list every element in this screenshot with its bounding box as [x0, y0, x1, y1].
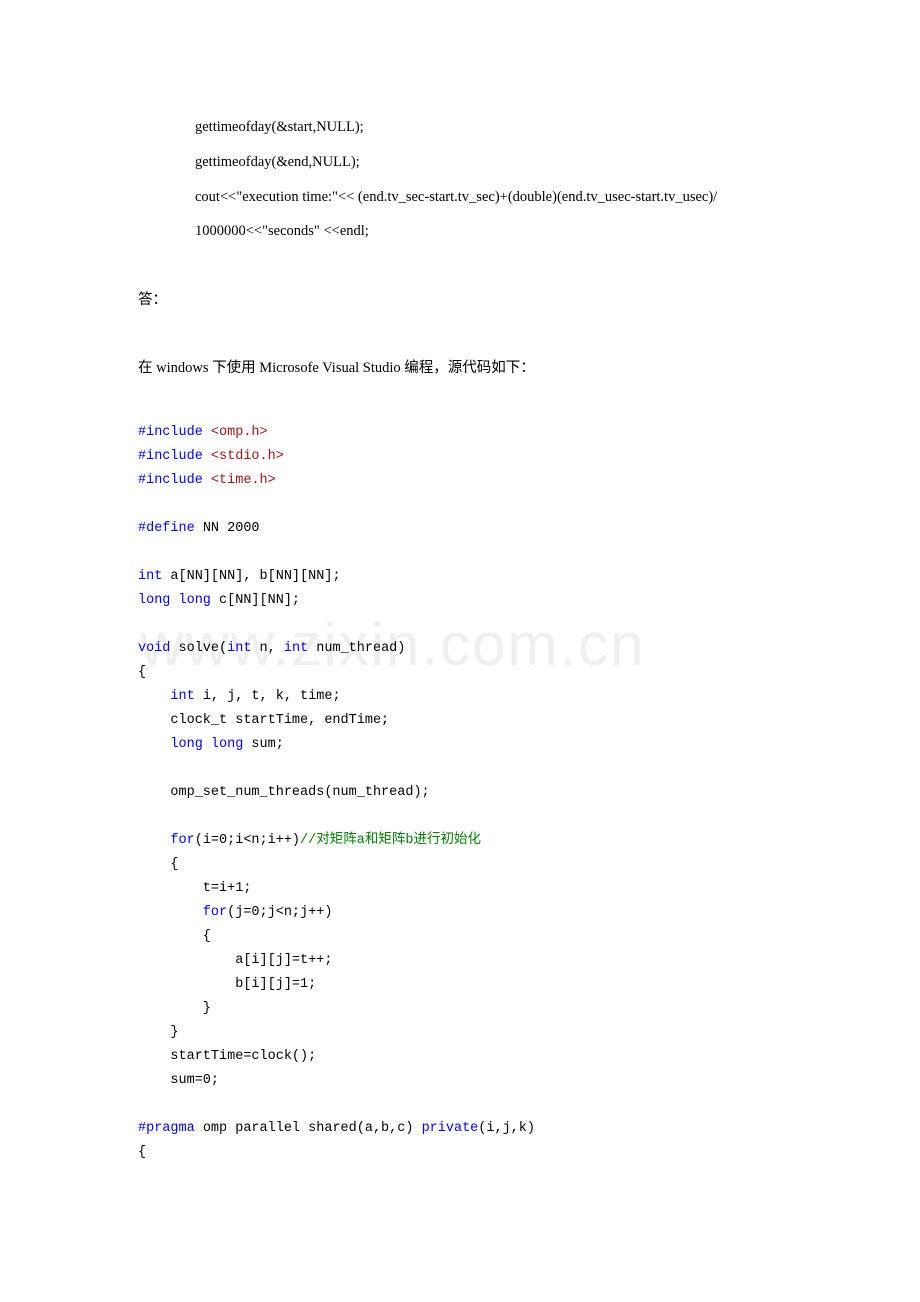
- brace: {: [138, 857, 179, 872]
- include-path: <time.h>: [203, 473, 276, 488]
- fn-text: num_thread): [308, 641, 405, 656]
- comment: //对矩阵a和矩阵b进行初始化: [300, 833, 481, 848]
- stmt: b[i][j]=1;: [138, 977, 316, 992]
- keyword: private: [422, 1121, 479, 1136]
- stmt: startTime=clock();: [138, 1049, 316, 1064]
- var-decl: i, j, t, k, time;: [195, 689, 341, 704]
- stmt: t=i+1;: [138, 881, 251, 896]
- pragma-text: omp parallel shared(a,b,c): [195, 1121, 422, 1136]
- source-code-block: #include <omp.h> #include <stdio.h> #inc…: [138, 421, 780, 1165]
- keyword: int: [138, 689, 195, 704]
- preproc: #include: [138, 473, 203, 488]
- fn-text: n,: [251, 641, 283, 656]
- fn-text: solve(: [170, 641, 227, 656]
- var-decl: clock_t startTime, endTime;: [138, 713, 389, 728]
- include-path: <stdio.h>: [203, 449, 284, 464]
- macro-def: NN 2000: [195, 521, 260, 536]
- stmt: omp_set_num_threads(num_thread);: [138, 785, 430, 800]
- keyword: void: [138, 641, 170, 656]
- for-cond: (i=0;i<n;i++): [195, 833, 300, 848]
- brace: {: [138, 665, 146, 680]
- keyword: for: [138, 833, 195, 848]
- keyword: long: [138, 737, 203, 752]
- keyword: int: [284, 641, 308, 656]
- preproc: #include: [138, 449, 203, 464]
- code-line: gettimeofday(&end,NULL);: [195, 145, 780, 180]
- decl: c[NN][NN];: [211, 593, 300, 608]
- code-line: 1000000<<"seconds" <<endl;: [195, 214, 780, 249]
- brace: {: [138, 1145, 146, 1160]
- keyword: for: [138, 905, 227, 920]
- page-content: gettimeofday(&start,NULL); gettimeofday(…: [0, 0, 920, 1245]
- preproc: #include: [138, 425, 203, 440]
- for-cond: (j=0;j<n;j++): [227, 905, 332, 920]
- pragma: #pragma: [138, 1121, 195, 1136]
- keyword: long: [138, 593, 170, 608]
- keyword: int: [138, 569, 162, 584]
- keyword: long: [170, 593, 211, 608]
- preproc: #define: [138, 521, 195, 536]
- brace: }: [138, 1001, 211, 1016]
- answer-label: 答：: [138, 285, 780, 317]
- stmt: a[i][j]=t++;: [138, 953, 332, 968]
- brace: {: [138, 929, 211, 944]
- code-line: gettimeofday(&start,NULL);: [195, 110, 780, 145]
- var-decl: sum;: [243, 737, 284, 752]
- timing-code-block: gettimeofday(&start,NULL); gettimeofday(…: [195, 110, 780, 249]
- include-path: <omp.h>: [203, 425, 268, 440]
- context-paragraph: 在 windows 下使用 Microsofe Visual Studio 编程…: [138, 353, 780, 385]
- code-line: cout<<"execution time:"<< (end.tv_sec-st…: [195, 180, 780, 215]
- keyword: long: [203, 737, 244, 752]
- stmt: sum=0;: [138, 1073, 219, 1088]
- brace: }: [138, 1025, 179, 1040]
- pragma-text: (i,j,k): [478, 1121, 535, 1136]
- decl: a[NN][NN], b[NN][NN];: [162, 569, 340, 584]
- keyword: int: [227, 641, 251, 656]
